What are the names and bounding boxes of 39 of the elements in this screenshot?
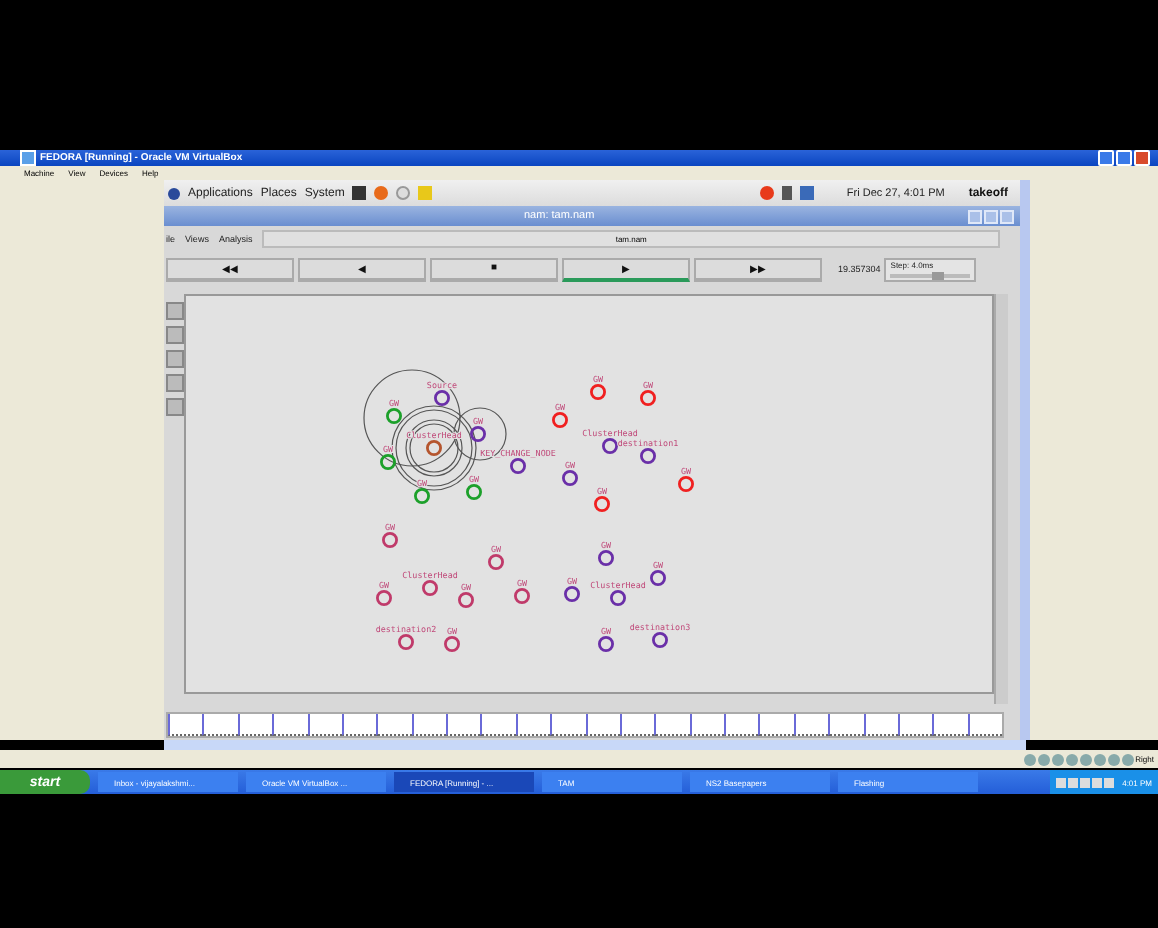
network-node[interactable] — [650, 570, 666, 586]
network-node[interactable] — [678, 476, 694, 492]
network-node[interactable] — [444, 636, 460, 652]
slider-thumb[interactable] — [932, 271, 945, 279]
network-node[interactable] — [590, 384, 606, 400]
network-node[interactable] — [434, 390, 450, 406]
close-button[interactable] — [1000, 209, 1014, 223]
scrollbar[interactable] — [994, 294, 1008, 704]
network-node[interactable] — [640, 390, 656, 406]
terminal-icon[interactable] — [352, 186, 367, 200]
scrollbar[interactable] — [164, 740, 1026, 750]
network-node[interactable] — [458, 592, 474, 608]
network-node[interactable] — [594, 496, 610, 512]
network-node[interactable] — [414, 488, 430, 504]
network-node[interactable] — [652, 632, 668, 648]
network-node[interactable] — [598, 550, 614, 566]
minimize-button[interactable] — [968, 209, 982, 223]
network-node[interactable] — [564, 586, 580, 602]
network-node[interactable] — [562, 470, 578, 486]
network-node[interactable] — [552, 412, 568, 428]
network-node[interactable] — [510, 458, 526, 474]
scrollbar[interactable] — [1020, 180, 1030, 740]
network-node[interactable] — [514, 588, 530, 604]
network-node[interactable] — [598, 636, 614, 652]
network-node[interactable] — [610, 590, 626, 606]
network-node[interactable] — [466, 484, 482, 500]
maximize-button[interactable] — [984, 209, 998, 223]
network-node[interactable] — [640, 448, 656, 464]
network-node[interactable] — [382, 532, 398, 548]
network-node[interactable] — [470, 426, 486, 442]
network-node[interactable] — [376, 590, 392, 606]
timeline[interactable] — [166, 712, 1004, 738]
network-node[interactable] — [422, 580, 438, 596]
network-node[interactable] — [398, 634, 414, 650]
network-node[interactable] — [386, 408, 402, 424]
network-node[interactable] — [602, 438, 618, 454]
network-node[interactable] — [488, 554, 504, 570]
network-node[interactable] — [380, 454, 396, 470]
network-node[interactable] — [426, 440, 442, 456]
